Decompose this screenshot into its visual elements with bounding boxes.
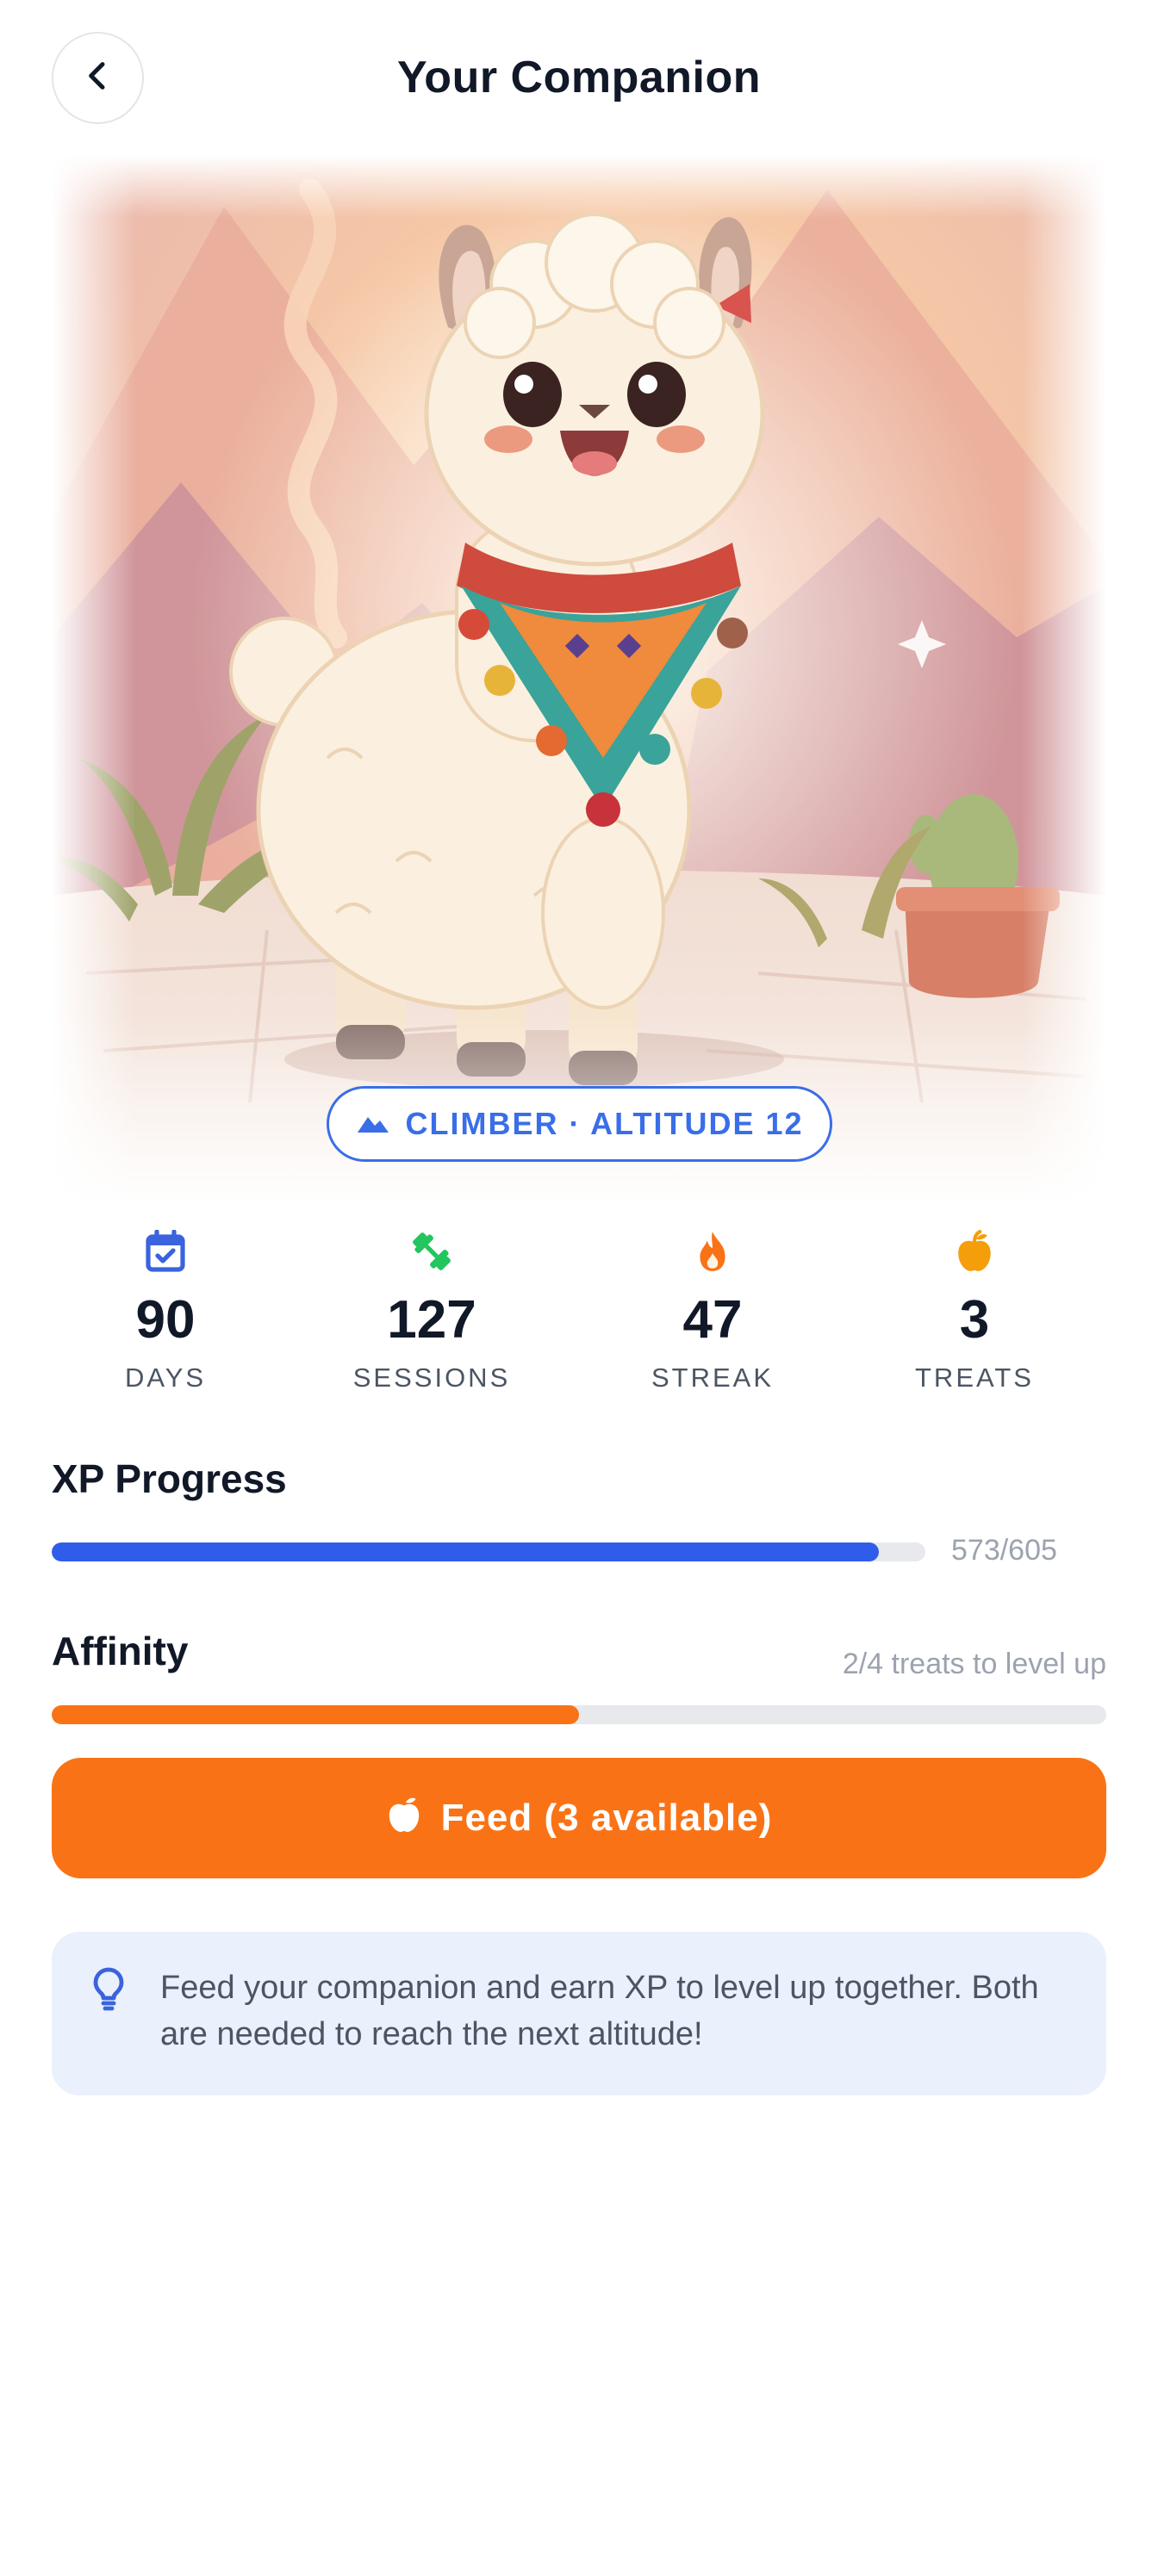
rank-badge: CLIMBER · ALTITUDE 12 bbox=[327, 1086, 832, 1162]
stat-label: STREAK bbox=[651, 1362, 775, 1393]
tip-text: Feed your companion and earn XP to level… bbox=[160, 1970, 1039, 2052]
stat-sessions: 127 SESSIONS bbox=[302, 1223, 561, 1394]
flame-icon bbox=[583, 1223, 842, 1280]
xp-progress-bar bbox=[52, 1542, 925, 1561]
header: Your Companion bbox=[0, 0, 1158, 155]
stat-days: 90 DAYS bbox=[36, 1223, 295, 1394]
stat-value: 127 bbox=[387, 1290, 476, 1350]
stat-label: DAYS bbox=[124, 1362, 207, 1393]
stat-label: SESSIONS bbox=[352, 1362, 511, 1393]
affinity-status: 2/4 treats to level up bbox=[842, 1648, 1106, 1680]
affinity-progress-fill bbox=[52, 1705, 579, 1724]
affinity-progress-bar bbox=[52, 1705, 1106, 1724]
affinity-title: Affinity bbox=[52, 1629, 189, 1673]
stat-value: 90 bbox=[135, 1290, 196, 1350]
apple-icon bbox=[386, 1794, 422, 1843]
feed-button-label: Feed (3 available) bbox=[440, 1797, 773, 1839]
dumbbell-icon bbox=[302, 1223, 561, 1280]
xp-progress-fill bbox=[52, 1542, 880, 1561]
lightbulb-icon bbox=[90, 1966, 128, 2015]
calendar-check-icon bbox=[36, 1223, 295, 1280]
page-title: Your Companion bbox=[396, 53, 761, 102]
feed-button[interactable]: Feed (3 available) bbox=[52, 1758, 1106, 1878]
stat-value: 3 bbox=[959, 1290, 990, 1350]
stat-treats: 3 TREATS bbox=[845, 1223, 1104, 1394]
stat-label: TREATS bbox=[915, 1362, 1034, 1393]
stat-streak: 47 STREAK bbox=[583, 1223, 842, 1394]
rank-label: CLIMBER · ALTITUDE 12 bbox=[405, 1106, 804, 1141]
companion-screen: Your Companion CLIMBER · ALTITUDE 12 90 … bbox=[0, 0, 1158, 2576]
xp-title: XP Progress bbox=[52, 1456, 287, 1501]
xp-value: 573/605 bbox=[951, 1534, 1057, 1567]
apple-icon bbox=[845, 1223, 1104, 1280]
tip-card: Feed your companion and earn XP to level… bbox=[52, 1932, 1106, 2095]
alpaca-companion-illustration bbox=[52, 155, 1106, 1206]
stats-row: 90 DAYS 127 SESSIONS 47 STREAK 3 TREATS bbox=[52, 1223, 1106, 1404]
stat-value: 47 bbox=[682, 1290, 743, 1350]
mountain-icon bbox=[356, 1106, 390, 1142]
